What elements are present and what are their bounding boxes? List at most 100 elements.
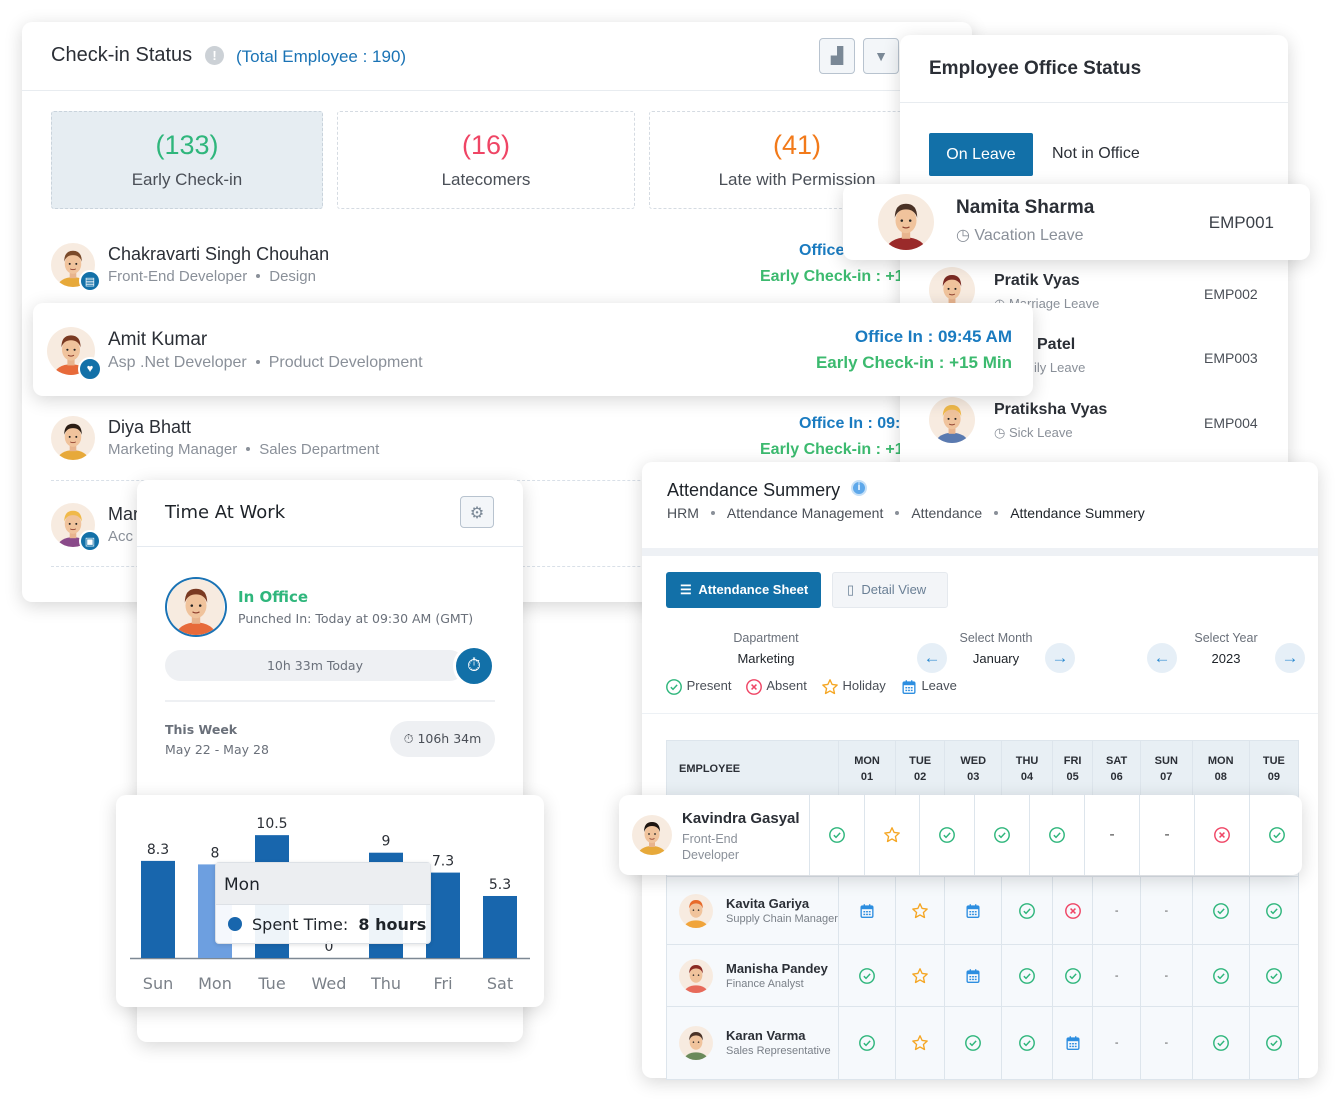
attendance-cell[interactable] [1001, 944, 1053, 1007]
checkin-row-highlighted[interactable]: ♥ Amit Kumar Asp .Net Developer Product D… [33, 303, 1033, 396]
attendance-cell[interactable]: - [1092, 1006, 1141, 1080]
attendance-cell[interactable] [809, 795, 864, 875]
employee-name: Pratik Vyas [994, 272, 1080, 289]
legend-item: Absent [745, 678, 807, 695]
attendance-cell[interactable] [1052, 876, 1094, 945]
attendance-cell[interactable] [864, 795, 919, 875]
no-data-dash: - [1164, 826, 1170, 843]
employee-role: Sales Representative [726, 1045, 831, 1057]
punch-timer-button[interactable]: ⏱ [453, 645, 495, 687]
attendance-row-highlighted[interactable]: Kavindra Gasyal Front-End Developer - - [619, 795, 1302, 875]
attendance-cell[interactable] [1192, 876, 1250, 945]
leave-row-highlighted[interactable]: Namita Sharma ◷ Vacation Leave EMP001 [843, 184, 1310, 260]
attendance-cell[interactable]: - [1139, 795, 1194, 875]
info-icon: i [851, 480, 867, 496]
breadcrumb-current: Attendance Summery [1010, 505, 1145, 521]
attendance-cell[interactable] [1249, 795, 1304, 875]
attendance-cell[interactable] [974, 795, 1029, 875]
bar-sun[interactable] [141, 860, 175, 958]
filter-button[interactable]: ▼ [863, 38, 899, 74]
punched-in-text: Punched In: Today at 09:30 AM (GMT) [238, 611, 474, 626]
attendance-cell[interactable]: - [1092, 876, 1141, 945]
attendance-cell[interactable] [1249, 876, 1300, 945]
attendance-cell[interactable] [1052, 944, 1094, 1007]
no-data-dash: - [1164, 1037, 1169, 1049]
table-row[interactable]: Karan Varma Sales Representative - - [666, 1006, 1300, 1080]
attendance-cell[interactable] [895, 1006, 946, 1080]
stat-early-checkin[interactable]: (133) Early Check-in [51, 111, 323, 209]
department-filter[interactable]: Dapartment Marketing [716, 631, 816, 666]
header-day: TUE 09 [1249, 740, 1300, 797]
leave-calendar-icon [860, 903, 874, 918]
header-day: WED 03 [944, 740, 1003, 797]
holiday-star-icon [912, 1035, 929, 1051]
prev-month-button[interactable]: ← [917, 643, 947, 673]
attendance-cell[interactable]: - [1092, 944, 1141, 1007]
header-day: THU 04 [1001, 740, 1053, 797]
bar-fri[interactable] [426, 872, 460, 958]
attendance-cell[interactable] [838, 944, 897, 1007]
next-month-button[interactable]: → [1045, 643, 1075, 673]
attendance-cell[interactable] [838, 876, 897, 945]
prev-year-button[interactable]: ← [1147, 643, 1177, 673]
attendance-cell[interactable] [1249, 944, 1300, 1007]
no-data-dash: - [1114, 969, 1119, 982]
absent-x-icon [1064, 902, 1081, 919]
attendance-cell[interactable] [1194, 795, 1249, 875]
employee-cell: Kavita Gariya Supply Chain Manager [666, 876, 839, 945]
attendance-summary-card: Attendance Summery i HRM Attendance Manag… [642, 462, 1318, 1080]
attendance-cell[interactable] [1029, 795, 1084, 875]
breadcrumb-item[interactable]: Attendance Management [727, 505, 883, 521]
attendance-cell[interactable] [1192, 944, 1250, 1007]
week-range: May 22 - May 28 [165, 742, 269, 757]
tab-on-leave[interactable]: On Leave [929, 133, 1033, 176]
tooltip-body: Spent Time: 8 hours [216, 905, 430, 944]
leave-calendar-icon [966, 903, 980, 918]
attendance-cell[interactable] [944, 876, 1003, 945]
avatar [679, 958, 713, 993]
attendance-cell[interactable] [1052, 1006, 1094, 1080]
breadcrumb-item[interactable]: HRM [667, 505, 699, 521]
attendance-cell[interactable] [838, 1006, 897, 1080]
tab-not-in-office[interactable]: Not in Office [1052, 145, 1140, 163]
attendance-cell[interactable]: - [1084, 795, 1139, 875]
legend-item: Holiday [821, 678, 886, 695]
stat-count: (133) [155, 130, 219, 160]
week-label: This Week [165, 722, 238, 737]
attendance-cell[interactable]: - [1140, 1006, 1193, 1080]
employee-role: Supply Chain Manager [726, 912, 838, 925]
bar-sat[interactable] [483, 895, 517, 958]
table-row[interactable]: Kavita Gariya Supply Chain Manager - - [666, 876, 1300, 945]
attendance-cell[interactable] [1192, 1006, 1250, 1080]
chart-tooltip: Mon Spent Time: 8 hours [215, 862, 431, 944]
employee-role: Front-End Developer Design [108, 268, 316, 285]
table-row[interactable]: Manisha Pandey Finance Analyst - - [666, 944, 1300, 1007]
leave-calendar-icon [1066, 1036, 1080, 1050]
chart-button[interactable]: ▟ [819, 38, 855, 74]
attendance-cell[interactable] [1001, 876, 1053, 945]
next-year-button[interactable]: → [1275, 643, 1305, 673]
attendance-cell[interactable] [895, 944, 946, 1007]
attendance-cell[interactable]: - [1140, 876, 1193, 945]
settings-button[interactable]: ⚙ [460, 496, 494, 528]
detail-view-button[interactable]: ▯ Detail View [832, 572, 948, 608]
breadcrumb-item[interactable]: Attendance [911, 505, 982, 521]
attendance-cell[interactable]: - [1140, 944, 1193, 1007]
attendance-sheet-button[interactable]: ☰ Attendance Sheet [666, 572, 821, 608]
total-employee: (Total Employee : 190) [236, 47, 407, 66]
divider [900, 102, 1288, 103]
data-label: 9 [382, 834, 391, 850]
attendance-cell[interactable] [1249, 1006, 1300, 1080]
attendance-cell[interactable] [895, 876, 946, 945]
data-label: 10.5 [256, 816, 287, 832]
filter-icon: ▼ [874, 48, 888, 64]
employee-id: EMP002 [1204, 286, 1258, 302]
avatar [679, 1026, 713, 1060]
attendance-cell[interactable] [1001, 1006, 1053, 1080]
filter-value: 2023 [1211, 651, 1241, 666]
stopwatch-icon: ⏱ [466, 655, 482, 676]
attendance-cell[interactable] [919, 795, 974, 875]
attendance-cell[interactable] [944, 1006, 1003, 1080]
attendance-cell[interactable] [944, 944, 1003, 1007]
stat-latecomers[interactable]: (16) Latecomers [337, 111, 635, 209]
